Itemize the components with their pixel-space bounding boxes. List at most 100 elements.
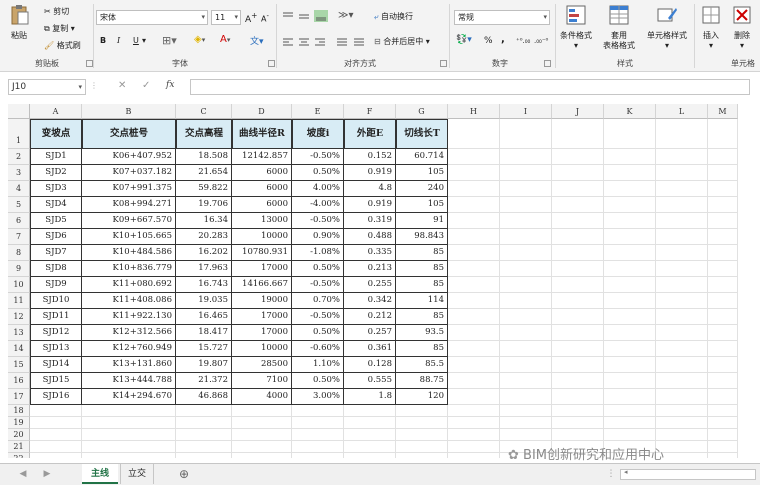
empty-cell[interactable] xyxy=(604,373,656,389)
table-cell[interactable]: -0.60% xyxy=(292,341,344,357)
table-cell[interactable]: 19.035 xyxy=(176,293,232,309)
empty-cell[interactable] xyxy=(604,325,656,341)
empty-cell[interactable] xyxy=(708,441,738,453)
table-header-cell[interactable]: 交点桩号 xyxy=(82,119,176,149)
empty-cell[interactable] xyxy=(500,293,552,309)
empty-cell[interactable] xyxy=(656,309,708,325)
table-cell[interactable]: 21.654 xyxy=(176,165,232,181)
row-header[interactable]: 22 xyxy=(8,453,30,458)
row-header[interactable]: 13 xyxy=(8,325,30,341)
empty-cell[interactable] xyxy=(448,417,500,429)
bold-button[interactable]: B xyxy=(100,36,106,45)
number-launcher[interactable] xyxy=(544,60,551,67)
table-cell[interactable]: 4000 xyxy=(232,389,292,405)
table-cell[interactable]: 14166.667 xyxy=(232,277,292,293)
table-cell[interactable]: 0.212 xyxy=(344,309,396,325)
empty-cell[interactable] xyxy=(604,181,656,197)
select-all-corner[interactable] xyxy=(8,104,30,119)
empty-cell[interactable] xyxy=(604,149,656,165)
empty-cell[interactable] xyxy=(656,165,708,181)
empty-cell[interactable] xyxy=(656,181,708,197)
row-header[interactable]: 17 xyxy=(8,389,30,405)
table-header-cell[interactable]: 变坡点 xyxy=(30,119,82,149)
table-cell[interactable]: 85.5 xyxy=(396,357,448,373)
column-header[interactable]: D xyxy=(232,104,292,119)
empty-cell[interactable] xyxy=(344,453,396,458)
table-cell[interactable]: 17000 xyxy=(232,261,292,277)
column-header[interactable]: J xyxy=(552,104,604,119)
empty-cell[interactable] xyxy=(656,357,708,373)
row-header[interactable]: 4 xyxy=(8,181,30,197)
table-cell[interactable]: 91 xyxy=(396,213,448,229)
cell-styles-button[interactable]: 单元格样式 ▾ xyxy=(642,4,692,51)
cut-button[interactable]: ✂ 剪切 xyxy=(44,6,69,17)
empty-cell[interactable] xyxy=(656,373,708,389)
empty-cell[interactable] xyxy=(176,453,232,458)
table-cell[interactable]: -1.08% xyxy=(292,245,344,261)
table-cell[interactable]: K07+991.375 xyxy=(82,181,176,197)
table-cell[interactable]: K13+131.860 xyxy=(82,357,176,373)
table-cell[interactable]: 46.868 xyxy=(176,389,232,405)
empty-cell[interactable] xyxy=(656,245,708,261)
empty-cell[interactable] xyxy=(552,165,604,181)
empty-cell[interactable] xyxy=(656,389,708,405)
empty-cell[interactable] xyxy=(448,165,500,181)
row-header[interactable]: 7 xyxy=(8,229,30,245)
table-cell[interactable]: 16.34 xyxy=(176,213,232,229)
row-header[interactable]: 3 xyxy=(8,165,30,181)
table-cell[interactable]: 13000 xyxy=(232,213,292,229)
table-cell[interactable]: SJD12 xyxy=(30,325,82,341)
table-cell[interactable]: K11+922.130 xyxy=(82,309,176,325)
empty-cell[interactable] xyxy=(500,389,552,405)
empty-cell[interactable] xyxy=(552,261,604,277)
table-cell[interactable]: SJD8 xyxy=(30,261,82,277)
tab-split-handle[interactable]: ⋮ xyxy=(606,464,616,484)
empty-cell[interactable] xyxy=(656,429,708,441)
decrease-decimal-icon[interactable]: .₀₀⁻⁰ xyxy=(534,37,548,45)
empty-cell[interactable] xyxy=(552,293,604,309)
empty-cell[interactable] xyxy=(708,277,738,293)
empty-cell[interactable] xyxy=(708,197,738,213)
table-cell[interactable]: 19.706 xyxy=(176,197,232,213)
empty-cell[interactable] xyxy=(604,277,656,293)
row-header[interactable]: 21 xyxy=(8,441,30,453)
table-cell[interactable]: SJD15 xyxy=(30,373,82,389)
paste-button[interactable]: 粘贴 xyxy=(4,4,34,41)
empty-cell[interactable] xyxy=(708,245,738,261)
font-size-select[interactable]: 11 ▾ xyxy=(211,10,241,25)
empty-cell[interactable] xyxy=(552,405,604,417)
decrease-font-button[interactable]: A- xyxy=(261,12,269,24)
table-cell[interactable]: 10000 xyxy=(232,229,292,245)
table-cell[interactable]: 16.743 xyxy=(176,277,232,293)
column-header[interactable]: I xyxy=(500,104,552,119)
empty-cell[interactable] xyxy=(448,181,500,197)
empty-cell[interactable] xyxy=(396,417,448,429)
empty-cell[interactable] xyxy=(448,229,500,245)
empty-cell[interactable] xyxy=(552,229,604,245)
empty-cell[interactable] xyxy=(500,429,552,441)
table-cell[interactable]: 1.8 xyxy=(344,389,396,405)
table-cell[interactable]: 0.152 xyxy=(344,149,396,165)
empty-cell[interactable] xyxy=(604,165,656,181)
empty-cell[interactable] xyxy=(604,119,656,149)
alignment-launcher[interactable] xyxy=(440,60,447,67)
tab-sheet-main[interactable]: 主线 xyxy=(82,464,118,484)
font-launcher[interactable] xyxy=(268,60,275,67)
table-cell[interactable]: K08+994.271 xyxy=(82,197,176,213)
empty-cell[interactable] xyxy=(552,149,604,165)
column-header[interactable]: L xyxy=(656,104,708,119)
empty-cell[interactable] xyxy=(82,405,176,417)
empty-cell[interactable] xyxy=(552,181,604,197)
fill-color-icon[interactable]: ◈▾ xyxy=(194,34,205,45)
empty-cell[interactable] xyxy=(552,341,604,357)
empty-cell[interactable] xyxy=(708,213,738,229)
table-cell[interactable]: 0.257 xyxy=(344,325,396,341)
table-cell[interactable]: 85 xyxy=(396,277,448,293)
empty-cell[interactable] xyxy=(344,417,396,429)
table-cell[interactable]: 17000 xyxy=(232,309,292,325)
row-header[interactable]: 5 xyxy=(8,197,30,213)
empty-cell[interactable] xyxy=(708,229,738,245)
column-header[interactable]: K xyxy=(604,104,656,119)
formula-input[interactable] xyxy=(190,79,750,95)
empty-cell[interactable] xyxy=(448,325,500,341)
